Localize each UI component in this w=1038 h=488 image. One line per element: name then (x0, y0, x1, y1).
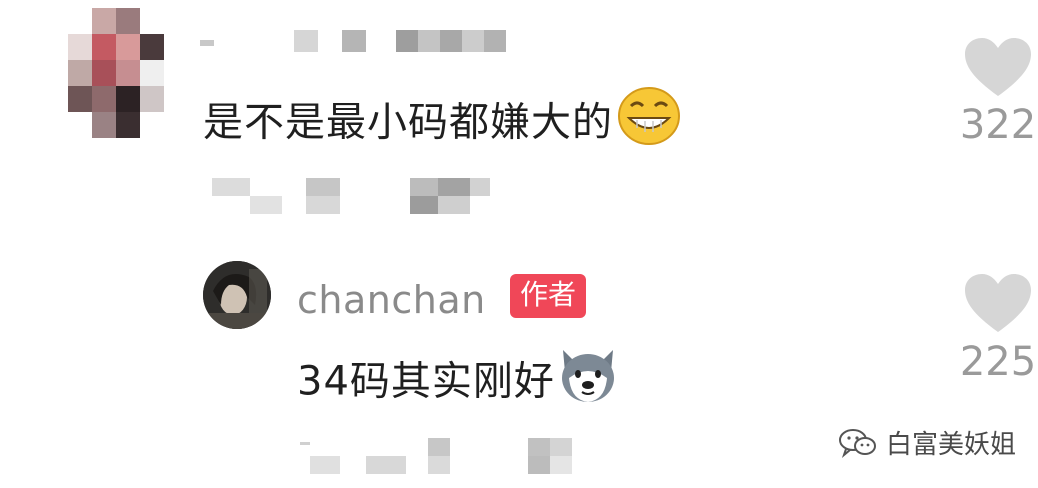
reply-body: 34码其实刚好 (297, 358, 555, 405)
comment-body: 是不是最小码都嫌大的 (203, 99, 613, 146)
like-button[interactable] (948, 36, 1038, 98)
commenter-username-blurred[interactable] (200, 30, 506, 52)
comment-meta-blurred (212, 178, 490, 214)
wechat-icon (839, 428, 876, 458)
heart-icon (965, 38, 1031, 96)
reply-text: 34码其实刚好 (297, 350, 619, 415)
author-badge: 作者 (510, 274, 587, 318)
commenter-avatar[interactable] (68, 8, 164, 138)
author-username[interactable]: chanchan (297, 278, 486, 322)
like-count: 322 (959, 102, 1037, 148)
dog-face-emoji (557, 344, 619, 415)
reply-meta-blurred (300, 438, 572, 474)
heart-icon (965, 274, 1031, 332)
grinning-face-emoji (617, 86, 681, 157)
comment-text: 是不是最小码都嫌大的 (203, 87, 681, 157)
reply-like-count: 225 (959, 339, 1037, 385)
reply-like-button[interactable] (948, 272, 1038, 334)
author-avatar[interactable] (203, 261, 271, 329)
watermark: 白富美妖姐 (838, 424, 1016, 461)
watermark-text: 白富美妖姐 (886, 430, 1017, 460)
